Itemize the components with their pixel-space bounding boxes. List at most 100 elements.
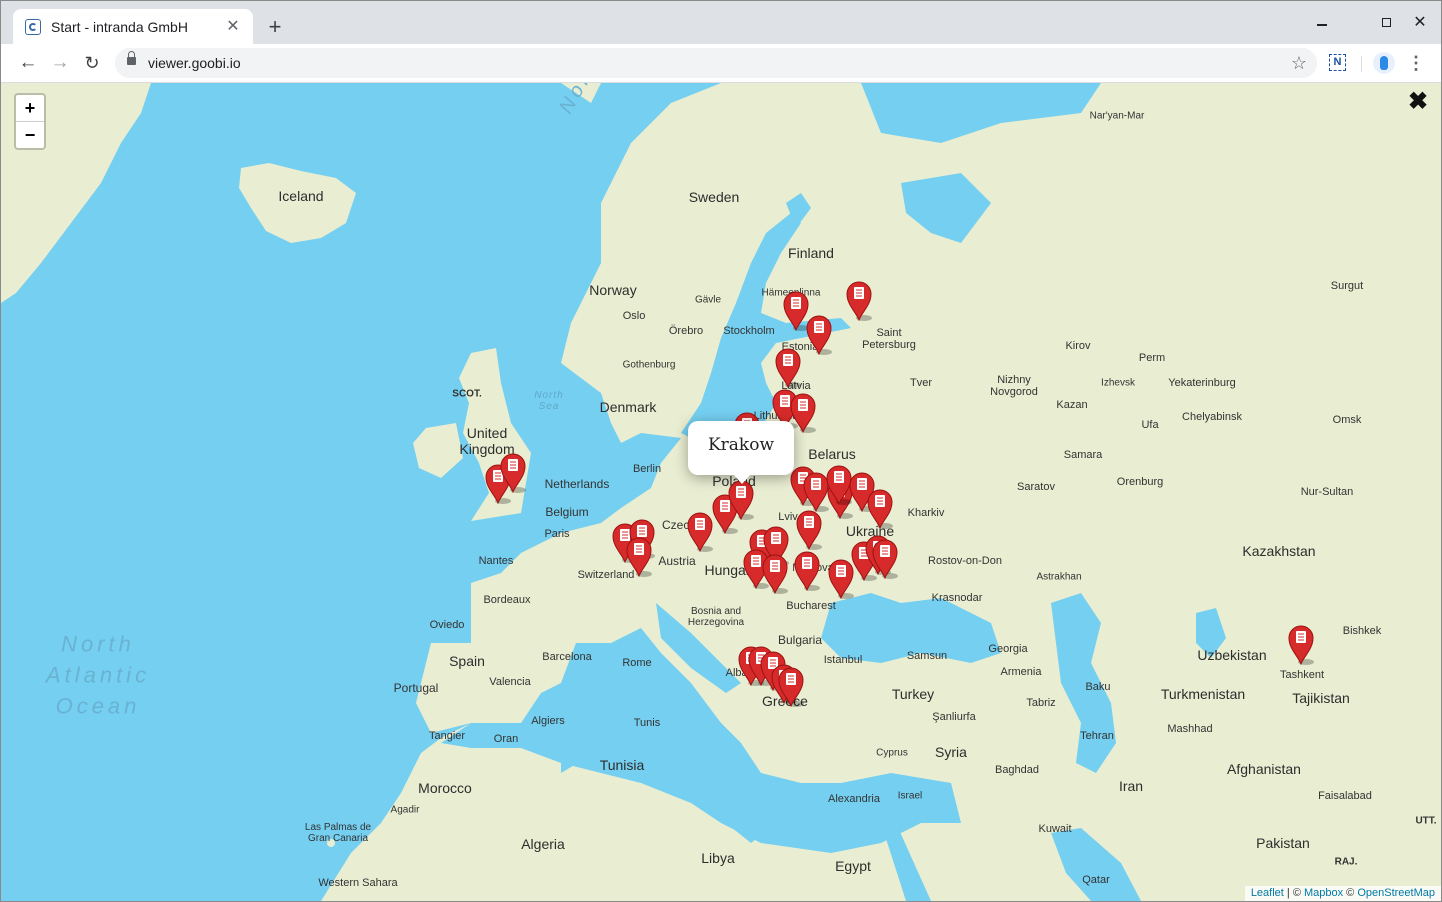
city-label: Algiers [531,715,565,727]
city-label: Nantes [478,555,514,567]
country-label: Bulgaria [777,633,823,647]
address-bar[interactable]: viewer.goobi.io ☆ [115,48,1317,78]
location-marker-icon[interactable] [726,478,756,520]
country-label: Spain [449,653,485,669]
country-label: Netherlands [544,477,610,491]
zoom-control: + − [14,93,46,150]
krakow-popup[interactable]: Krakow [688,421,794,484]
location-marker-icon[interactable] [1286,623,1316,665]
city-label: Orenburg [1116,476,1164,488]
country-label: Sweden [688,189,740,205]
lock-icon [127,51,136,65]
window-close-button[interactable]: ✕ [1405,11,1435,35]
kebab-menu-icon[interactable]: ⋮ [1405,50,1427,76]
country-label: Uzbekistan [1197,647,1267,663]
attribution-separator: | © [1283,887,1304,899]
city-label: Perm [1138,352,1166,364]
location-marker-icon[interactable] [773,346,803,388]
country-label: Cyprus [876,747,908,759]
tab-active[interactable]: Start - intranda GmbH ✕ [13,9,253,44]
location-marker-icon[interactable] [804,313,834,355]
country-label: Armenia [1000,666,1042,678]
city-label: Tver [910,377,932,389]
back-arrow-icon[interactable]: ← [15,50,41,76]
browser-toolbar: ← → ↻ viewer.goobi.io ☆ N ⋮ [1,44,1441,83]
city-label: Rostov-on-Don [928,555,1002,567]
city-label: Berlin [632,463,662,475]
country-label: Denmark [599,399,657,415]
map-viewport[interactable]: North Atlantic Ocean Nor North Sea Icelan… [1,83,1441,901]
location-marker-icon[interactable] [865,487,895,529]
extension-n-icon[interactable]: N [1329,54,1346,71]
region-label: SCOT. [452,388,482,400]
zoom-out-button[interactable]: − [16,121,44,148]
country-label: Kazakhstan [1242,543,1316,559]
country-label: Algeria [521,836,565,852]
city-label: Gävle [694,294,722,306]
city-label: Samara [1063,449,1103,461]
mapbox-link[interactable]: Mapbox [1304,887,1343,899]
country-label: Afghanistan [1227,761,1301,777]
minimize-button[interactable] [1307,11,1337,35]
country-label: Portugal [393,681,439,695]
city-label: Omsk [1332,414,1362,426]
tab-close-icon[interactable]: ✕ [223,17,243,37]
city-label: Kirov [1065,340,1091,352]
leaflet-link[interactable]: Leaflet [1251,887,1284,899]
location-marker-icon[interactable] [760,552,790,594]
location-marker-icon[interactable] [624,535,654,577]
city-label: Faisalabad [1318,790,1372,802]
city-label: Alexandria [828,793,880,805]
bookmark-star-icon[interactable]: ☆ [1291,48,1307,78]
tab-strip: Start - intranda GmbH ✕ + ✕ [1,1,1441,44]
toolbar-divider [1361,56,1362,72]
country-label: Iceland [278,188,324,204]
city-label: Tangier [428,730,466,742]
country-label: Bosnia and Herzegovina [687,606,745,628]
country-label: Iran [1118,778,1144,794]
city-label: Rome [622,657,652,669]
attribution-separator: © [1343,887,1358,899]
location-marker-icon[interactable] [792,549,822,591]
location-marker-icon[interactable] [870,537,900,579]
tab-title: Start - intranda GmbH [51,18,188,35]
browser-window: Start - intranda GmbH ✕ + ✕ ← → ↻ viewer… [0,0,1442,902]
country-label: Norway [589,282,637,298]
zoom-in-button[interactable]: + [16,95,44,121]
country-label: Pakistan [1256,835,1310,851]
city-label: Gothenburg [622,359,676,371]
reload-icon[interactable]: ↻ [79,50,105,76]
city-label: Örebro [668,325,704,337]
osm-link[interactable]: OpenStreetMap [1357,887,1435,899]
map-close-icon[interactable]: ✖ [1407,90,1429,114]
location-marker-icon[interactable] [844,279,874,321]
city-label: Saratov [1017,481,1055,493]
url-text[interactable]: viewer.goobi.io [148,48,241,78]
country-label: Kuwait [1038,823,1072,835]
forward-arrow-icon[interactable]: → [47,50,73,76]
country-label: Libya [701,850,735,866]
city-label: Kharkiv [907,507,945,519]
city-label: Chelyabinsk [1182,411,1242,423]
city-label: Ufa [1141,419,1159,431]
city-label: Barcelona [542,651,592,663]
city-label: Nar'yan-Mar [1089,110,1145,122]
profile-avatar-icon[interactable] [1373,52,1395,74]
north-sea-label: North Sea [534,390,564,412]
country-label: Tunisia [599,757,645,773]
location-marker-icon[interactable] [498,451,528,493]
country-label: Finland [788,245,834,261]
location-marker-icon[interactable] [776,665,806,707]
city-label: Nur-Sultan [1300,486,1354,498]
city-label: Bishkek [1342,625,1382,637]
city-label: Izhevsk [1101,377,1135,389]
new-tab-button[interactable]: + [263,15,287,39]
city-label: Tunis [633,717,661,729]
location-marker-icon[interactable] [794,508,824,550]
maximize-button[interactable] [1371,11,1401,35]
city-label: Surgut [1330,280,1364,292]
city-label: Oviedo [429,619,465,631]
country-label: Georgia [988,643,1028,655]
country-label: Tajikistan [1292,690,1350,706]
country-label: Turkey [891,686,935,702]
